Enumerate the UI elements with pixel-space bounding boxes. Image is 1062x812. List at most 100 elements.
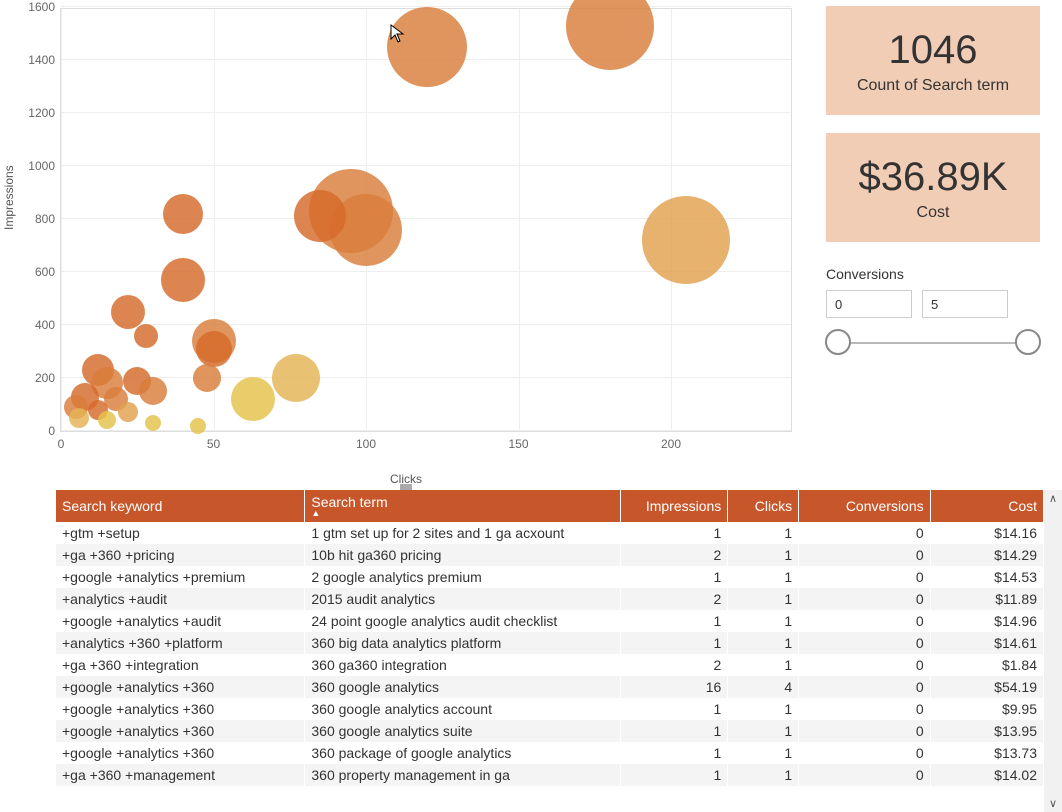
cell-term: 1 gtm set up for 2 sites and 1 ga acxoun… bbox=[305, 522, 621, 544]
y-tick: 200 bbox=[35, 371, 55, 385]
cell-cost: $54.19 bbox=[930, 676, 1043, 698]
table-row[interactable]: +ga +360 +integration360 ga360 integrati… bbox=[56, 654, 1044, 676]
col-header-keyword[interactable]: Search keyword bbox=[56, 490, 305, 522]
cell-term: 360 property management in ga bbox=[305, 764, 621, 786]
cell-impr: 1 bbox=[621, 764, 728, 786]
data-point[interactable] bbox=[231, 377, 275, 421]
data-point[interactable] bbox=[161, 258, 205, 302]
scatter-chart[interactable]: · · · · 02004006008001000120014001600050… bbox=[0, 0, 812, 490]
cell-impr: 1 bbox=[621, 610, 728, 632]
cell-impr: 16 bbox=[621, 676, 728, 698]
cell-impr: 1 bbox=[621, 742, 728, 764]
x-tick: 200 bbox=[661, 437, 681, 451]
cell-cost: $14.96 bbox=[930, 610, 1043, 632]
cell-cost: $14.16 bbox=[930, 522, 1043, 544]
slicer-title: Conversions bbox=[826, 266, 1040, 282]
cell-keyword: +analytics +360 +platform bbox=[56, 632, 305, 654]
data-point[interactable] bbox=[196, 331, 232, 367]
scrollbar-vertical[interactable]: ∧ ∨ bbox=[1044, 490, 1062, 812]
table-row[interactable]: +google +analytics +premium2 google anal… bbox=[56, 566, 1044, 588]
cell-conv: 0 bbox=[799, 522, 931, 544]
cell-clicks: 1 bbox=[728, 720, 799, 742]
cell-cost: $11.89 bbox=[930, 588, 1043, 610]
plot-area[interactable]: 0200400600800100012001400160005010015020… bbox=[60, 8, 792, 432]
data-point[interactable] bbox=[387, 7, 467, 87]
data-point[interactable] bbox=[145, 415, 161, 431]
data-point[interactable] bbox=[193, 364, 221, 392]
y-tick: 1000 bbox=[28, 159, 55, 173]
cell-keyword: +analytics +audit bbox=[56, 588, 305, 610]
cell-conv: 0 bbox=[799, 698, 931, 720]
cell-cost: $14.29 bbox=[930, 544, 1043, 566]
cell-cost: $14.53 bbox=[930, 566, 1043, 588]
table-row[interactable]: +google +analytics +audit24 point google… bbox=[56, 610, 1044, 632]
cost-card[interactable]: $36.89K Cost bbox=[826, 133, 1040, 242]
cell-clicks: 1 bbox=[728, 698, 799, 720]
x-tick: 150 bbox=[508, 437, 528, 451]
cell-keyword: +google +analytics +360 bbox=[56, 742, 305, 764]
col-header-cost[interactable]: Cost bbox=[930, 490, 1043, 522]
table-row[interactable]: +google +analytics +360360 google analyt… bbox=[56, 720, 1044, 742]
data-point[interactable] bbox=[642, 196, 730, 284]
cell-keyword: +ga +360 +pricing bbox=[56, 544, 305, 566]
data-point[interactable] bbox=[111, 295, 145, 329]
cell-clicks: 1 bbox=[728, 588, 799, 610]
cell-conv: 0 bbox=[799, 632, 931, 654]
y-tick: 600 bbox=[35, 265, 55, 279]
data-point[interactable] bbox=[134, 324, 158, 348]
cell-conv: 0 bbox=[799, 610, 931, 632]
cell-term: 360 google analytics account bbox=[305, 698, 621, 720]
cell-conv: 0 bbox=[799, 588, 931, 610]
slider-handle-max[interactable] bbox=[1015, 329, 1041, 355]
cell-cost: $14.02 bbox=[930, 764, 1043, 786]
data-point[interactable] bbox=[163, 194, 203, 234]
slider-track[interactable] bbox=[826, 332, 1040, 352]
data-point[interactable] bbox=[190, 418, 206, 434]
cell-clicks: 1 bbox=[728, 566, 799, 588]
table-row[interactable]: +analytics +audit2015 audit analytics210… bbox=[56, 588, 1044, 610]
col-header-impr[interactable]: Impressions bbox=[621, 490, 728, 522]
count-label: Count of Search term bbox=[836, 77, 1030, 95]
table-row[interactable]: +analytics +360 +platform360 big data an… bbox=[56, 632, 1044, 654]
cell-conv: 0 bbox=[799, 544, 931, 566]
data-point[interactable] bbox=[272, 354, 320, 402]
data-table[interactable]: Search keywordSearch term▲ImpressionsCli… bbox=[56, 490, 1044, 812]
count-card[interactable]: 1046 Count of Search term bbox=[826, 6, 1040, 115]
cost-value: $36.89K bbox=[836, 155, 1030, 200]
col-header-conv[interactable]: Conversions bbox=[799, 490, 931, 522]
slider-handle-min[interactable] bbox=[825, 329, 851, 355]
cell-clicks: 1 bbox=[728, 742, 799, 764]
conversions-slicer[interactable]: Conversions bbox=[826, 260, 1040, 352]
data-point[interactable] bbox=[118, 402, 138, 422]
table-row[interactable]: +ga +360 +pricing10b hit ga360 pricing21… bbox=[56, 544, 1044, 566]
cell-cost: $13.73 bbox=[930, 742, 1043, 764]
slicer-max-input[interactable] bbox=[922, 290, 1008, 318]
y-tick: 1600 bbox=[28, 0, 55, 14]
cell-clicks: 1 bbox=[728, 654, 799, 676]
y-tick: 400 bbox=[35, 318, 55, 332]
col-header-clicks[interactable]: Clicks bbox=[728, 490, 799, 522]
x-tick: 50 bbox=[207, 437, 220, 451]
data-point[interactable] bbox=[98, 411, 116, 429]
cell-term: 360 big data analytics platform bbox=[305, 632, 621, 654]
scroll-down-icon[interactable]: ∨ bbox=[1049, 795, 1057, 812]
table-row[interactable]: +google +analytics +360360 google analyt… bbox=[56, 698, 1044, 720]
data-point[interactable] bbox=[139, 377, 167, 405]
y-tick: 0 bbox=[48, 424, 55, 438]
cell-conv: 0 bbox=[799, 676, 931, 698]
table-row[interactable]: +ga +360 +management360 property managem… bbox=[56, 764, 1044, 786]
cell-term: 24 point google analytics audit checklis… bbox=[305, 610, 621, 632]
table-row[interactable]: +google +analytics +360360 google analyt… bbox=[56, 676, 1044, 698]
cell-impr: 1 bbox=[621, 698, 728, 720]
cell-conv: 0 bbox=[799, 720, 931, 742]
cell-term: 2015 audit analytics bbox=[305, 588, 621, 610]
y-axis-label: Impressions bbox=[2, 165, 16, 230]
table-row[interactable]: +google +analytics +360360 package of go… bbox=[56, 742, 1044, 764]
data-point[interactable] bbox=[69, 408, 89, 428]
col-header-term[interactable]: Search term▲ bbox=[305, 490, 621, 522]
scroll-up-icon[interactable]: ∧ bbox=[1049, 490, 1057, 507]
slicer-min-input[interactable] bbox=[826, 290, 912, 318]
data-point[interactable] bbox=[294, 190, 346, 242]
count-value: 1046 bbox=[836, 28, 1030, 73]
table-row[interactable]: +gtm +setup1 gtm set up for 2 sites and … bbox=[56, 522, 1044, 544]
